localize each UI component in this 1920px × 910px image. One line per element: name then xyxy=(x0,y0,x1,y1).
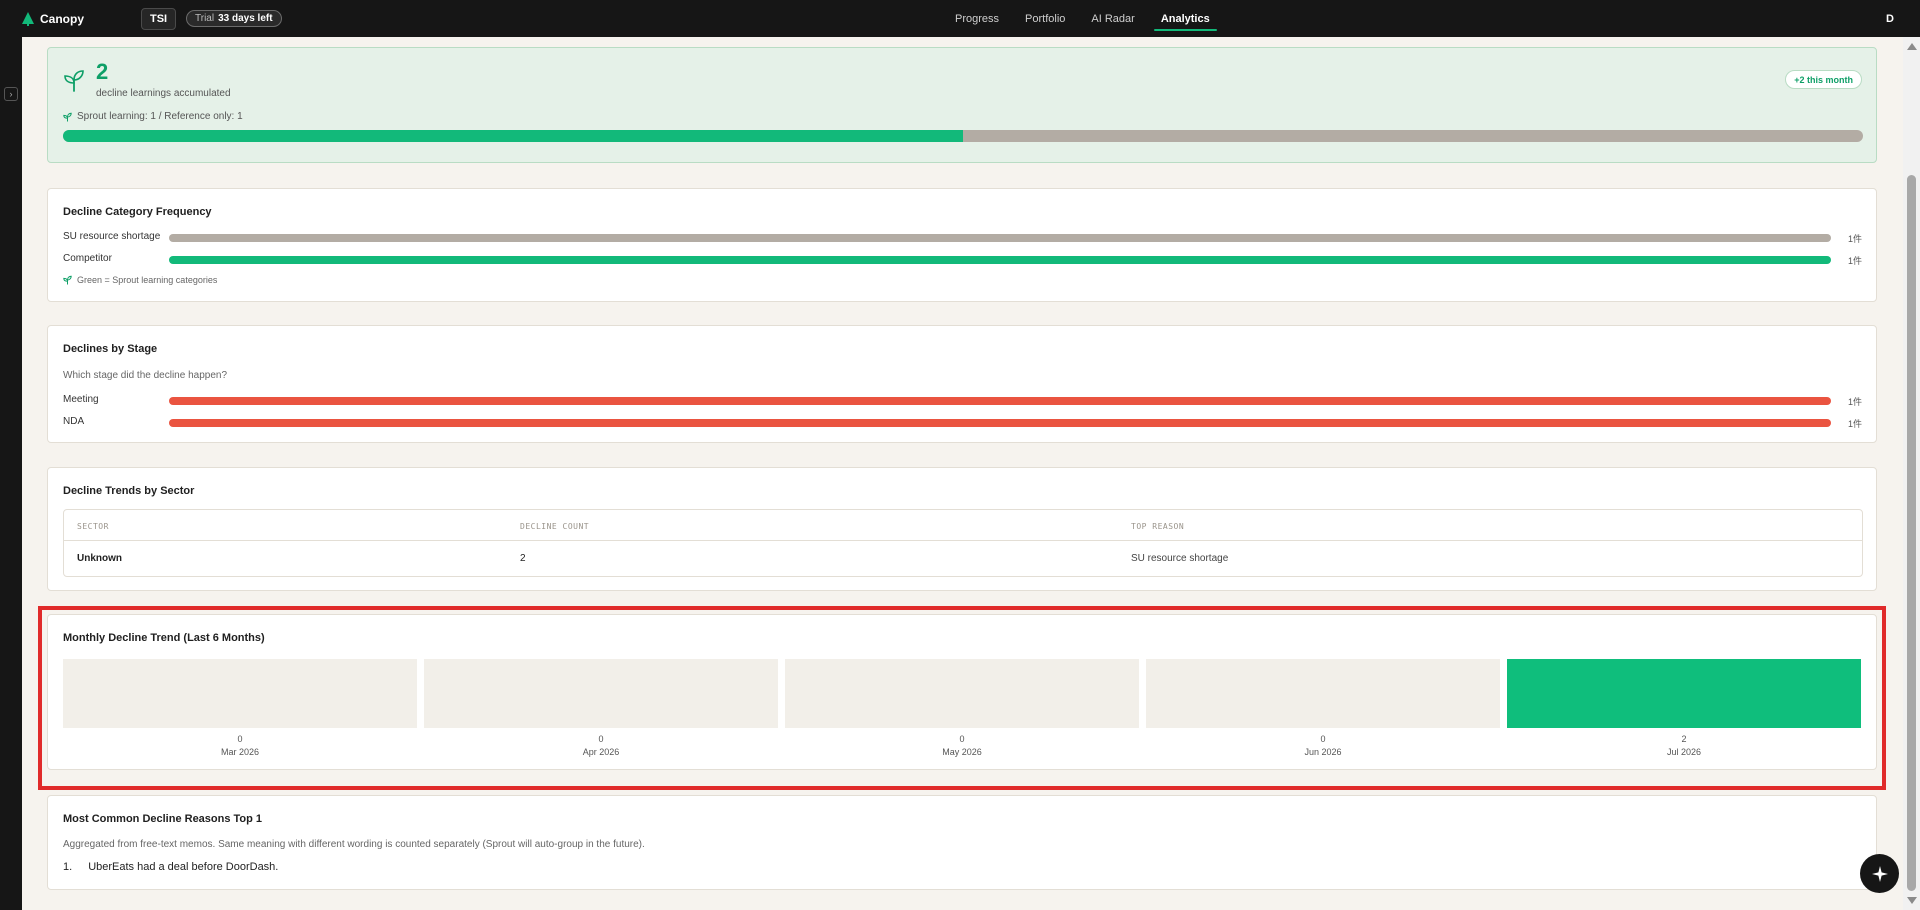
scroll-thumb[interactable] xyxy=(1907,175,1916,891)
decline-reasons-card: Most Common Decline Reasons Top 1 Aggreg… xyxy=(47,795,1877,890)
user-avatar[interactable]: D xyxy=(1886,0,1894,37)
trial-days: 33 days left xyxy=(218,13,273,24)
trial-badge[interactable]: Trial 33 days left xyxy=(186,10,282,27)
category-label: SU resource shortage xyxy=(63,231,161,242)
category-frequency-card: Decline Category Frequency SU resource s… xyxy=(47,188,1877,302)
main-tabs: Progress Portfolio AI Radar Analytics xyxy=(942,0,1223,37)
this-month-badge: +2 this month xyxy=(1785,70,1862,89)
learnings-summary-card: 2 decline learnings accumulated +2 this … xyxy=(47,47,1877,163)
learning-breakdown: Sprout learning: 1 / Reference only: 1 xyxy=(63,111,243,122)
sprout-icon xyxy=(63,275,72,285)
tab-progress[interactable]: Progress xyxy=(942,0,1012,37)
category-count: 1件 xyxy=(1847,256,1862,266)
stage-label: NDA xyxy=(63,416,85,427)
decline-count-cell: 2 xyxy=(520,553,526,564)
decline-reasons-description: Aggregated from free-text memos. Same me… xyxy=(63,839,645,850)
stage-bar xyxy=(169,419,1831,427)
scroll-down-arrow-icon[interactable] xyxy=(1907,897,1917,904)
column-header-decline-count: DECLINE COUNT xyxy=(520,522,590,531)
ai-assistant-button[interactable] xyxy=(1860,854,1899,893)
selection-highlight xyxy=(38,606,1886,790)
sidebar-expand-icon[interactable]: › xyxy=(4,87,18,101)
category-label: Competitor xyxy=(63,253,112,264)
reason-text: UberEats had a deal before DoorDash. xyxy=(88,861,279,873)
sector-trends-card: Decline Trends by Sector SECTOR DECLINE … xyxy=(47,467,1877,591)
decline-reasons-title: Most Common Decline Reasons Top 1 xyxy=(63,813,263,825)
page-scrollbar[interactable] xyxy=(1903,37,1920,910)
tab-analytics[interactable]: Analytics xyxy=(1148,0,1223,37)
category-bar xyxy=(169,256,1831,264)
stage-description: Which stage did the decline happen? xyxy=(63,370,228,381)
sprout-share-fill xyxy=(63,130,963,142)
category-legend-note: Green = Sprout learning categories xyxy=(63,275,217,285)
learnings-subtitle: decline learnings accumulated xyxy=(96,88,231,99)
top-reason-cell: SU resource shortage xyxy=(1131,553,1229,564)
sector-table: SECTOR DECLINE COUNT TOP REASON Unknown … xyxy=(63,509,1863,577)
table-divider xyxy=(64,540,1862,541)
tab-ai-radar[interactable]: AI Radar xyxy=(1078,0,1147,37)
stage-label: Meeting xyxy=(63,394,99,405)
sector-trends-title: Decline Trends by Sector xyxy=(63,485,195,497)
column-header-top-reason: TOP REASON xyxy=(1131,522,1185,531)
scroll-up-arrow-icon[interactable] xyxy=(1907,43,1917,50)
stage-count: 1件 xyxy=(1847,419,1862,429)
breakdown-text: Sprout learning: 1 / Reference only: 1 xyxy=(77,111,243,122)
category-frequency-title: Decline Category Frequency xyxy=(63,206,212,218)
legend-note-text: Green = Sprout learning categories xyxy=(77,275,218,285)
reason-rank: 1. xyxy=(63,861,73,873)
trial-label: Trial xyxy=(195,13,215,24)
top-nav: Canopy TSI Trial 33 days left Progress P… xyxy=(0,0,1920,37)
learnings-count: 2 xyxy=(96,59,109,84)
declines-by-stage-title: Declines by Stage xyxy=(63,343,158,355)
org-switcher[interactable]: TSI xyxy=(141,8,177,30)
brand[interactable]: Canopy xyxy=(22,0,84,37)
brand-name: Canopy xyxy=(40,11,85,26)
column-header-sector: SECTOR xyxy=(77,522,109,531)
sprout-share-bar xyxy=(63,130,1863,142)
sector-cell: Unknown xyxy=(77,553,122,564)
reason-item: 1. UberEats had a deal before DoorDash. xyxy=(63,861,278,873)
sparkle-icon xyxy=(1871,865,1888,882)
stage-bar xyxy=(169,397,1831,405)
declines-by-stage-card: Declines by Stage Which stage did the de… xyxy=(47,325,1877,443)
sprout-icon xyxy=(63,112,72,121)
category-bar xyxy=(169,234,1831,242)
stage-count: 1件 xyxy=(1847,397,1862,407)
sprout-icon xyxy=(64,70,84,92)
category-count: 1件 xyxy=(1847,234,1862,244)
tab-portfolio[interactable]: Portfolio xyxy=(1012,0,1078,37)
left-rail: › xyxy=(0,37,22,910)
canopy-logo-icon xyxy=(22,11,34,26)
